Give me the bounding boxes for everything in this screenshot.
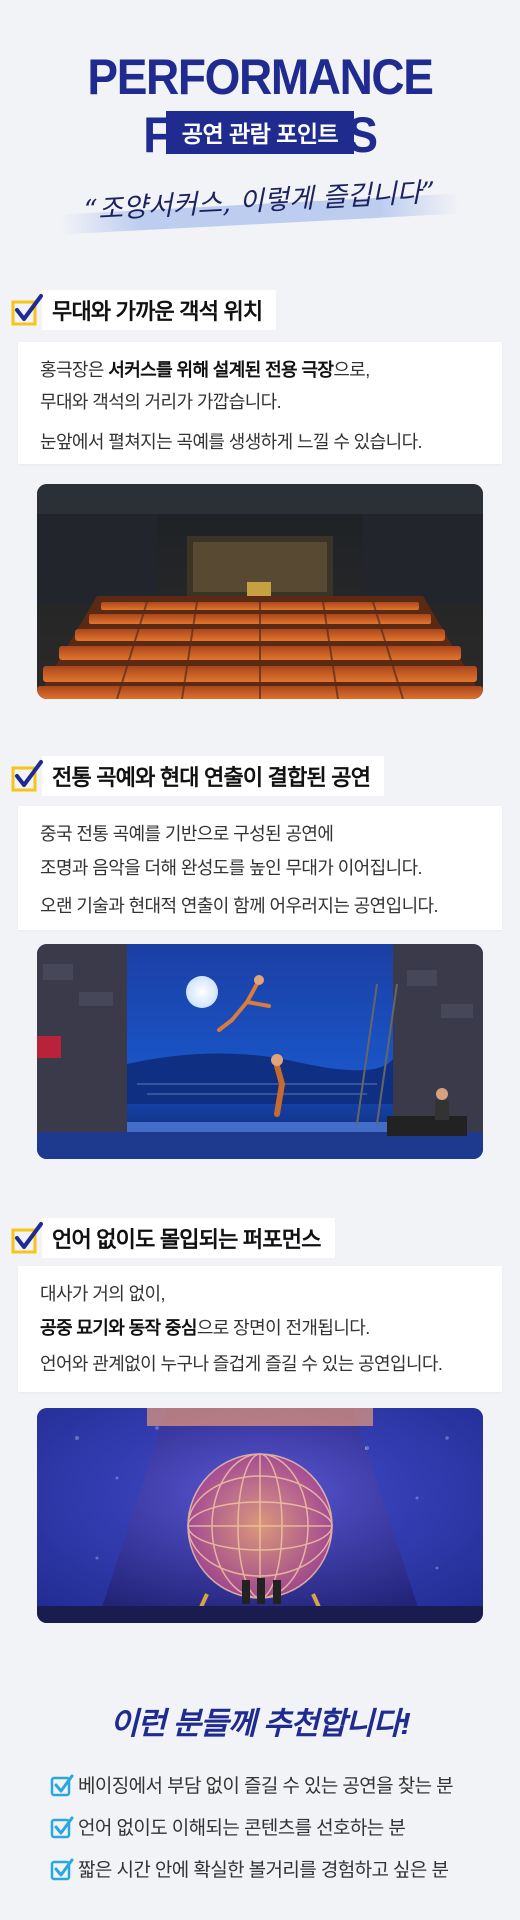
description-line: 대사가 거의 없이, — [40, 1284, 166, 1304]
recommend-text: 베이징에서 부담 없이 즐길 수 있는 공연을 찾는 분 — [78, 1775, 454, 1797]
feature-heading: 전통 곡예와 현대 연출이 결합된 공연 — [10, 754, 385, 798]
acrobat-stage-photo — [37, 944, 483, 1159]
check-icon — [10, 760, 43, 792]
feature-heading: 언어 없이도 몰입되는 퍼포먼스 — [10, 1216, 335, 1260]
description-line: 언어와 관계없이 누구나 즐겁게 즐길 수 있는 공연입니다. — [40, 1354, 443, 1374]
description-card: 홍극장은 서커스를 위해 설계된 전용 극장으로, 무대와 객석의 거리가 가깝… — [18, 342, 502, 464]
description-line: 중국 전통 곡예를 기반으로 구성된 공연에 — [40, 824, 334, 844]
recommend-item: 베이징에서 부담 없이 즐길 수 있는 공연을 찾는 분 — [50, 1770, 454, 1798]
feature-title-bg: 언어 없이도 몰입되는 퍼포먼스 — [42, 1218, 335, 1258]
recommend-item: 짧은 시간 안에 확실한 볼거리를 경험하고 싶은 분 — [50, 1854, 449, 1882]
feature-heading: 무대와 가까운 객석 위치 — [10, 288, 277, 332]
recommend-text: 언어 없이도 이해되는 콘텐츠를 선호하는 분 — [78, 1817, 406, 1839]
feature-title-bg: 무대와 가까운 객석 위치 — [42, 290, 277, 330]
recommend-title: 이런 분들께 추천합니다! — [110, 1706, 411, 1741]
description-line: 공중 묘기와 동작 중심으로 장면이 전개됩니다. — [40, 1318, 370, 1338]
page-subtitle: 공연 관람 포인트 — [165, 111, 355, 154]
check-icon — [10, 1222, 43, 1254]
subtitle-wrap: 공연 관람 포인트 — [0, 111, 520, 154]
checkbox-checked-icon — [50, 1773, 74, 1797]
feature-title-bg: 전통 곡예와 현대 연출이 결합된 공연 — [42, 756, 385, 796]
checkbox-checked-icon — [50, 1815, 74, 1839]
feature-title: 무대와 가까운 객석 위치 — [52, 299, 263, 324]
globe-of-death-photo — [37, 1408, 483, 1623]
description-card: 중국 전통 곡예를 기반으로 구성된 공연에 조명과 음악을 더해 완성도를 높… — [18, 806, 502, 930]
recommend-item: 언어 없이도 이해되는 콘텐츠를 선호하는 분 — [50, 1812, 406, 1840]
feature-title: 언어 없이도 몰입되는 퍼포먼스 — [52, 1227, 321, 1252]
description-line: 오랜 기술과 현대적 연출이 함께 어우러지는 공연입니다. — [40, 896, 438, 916]
feature-title: 전통 곡예와 현대 연출이 결합된 공연 — [52, 765, 371, 790]
theater-photo — [37, 484, 483, 699]
description-card: 대사가 거의 없이, 공중 묘기와 동작 중심으로 장면이 전개됩니다. 언어와… — [18, 1266, 502, 1392]
description-line: 눈앞에서 펼쳐지는 곡예를 생생하게 느낄 수 있습니다. — [40, 432, 423, 452]
recommend-text: 짧은 시간 안에 확실한 볼거리를 경험하고 싶은 분 — [78, 1859, 449, 1881]
description-line: 조명과 음악을 더해 완성도를 높인 무대가 이어집니다. — [40, 858, 423, 878]
slogan-wrap: “조양서커스, 이렇게 즐깁니다” — [0, 175, 520, 228]
checkbox-checked-icon — [50, 1857, 74, 1881]
slogan-text: “조양서커스, 이렇게 즐깁니다” — [53, 164, 467, 238]
features-page: PERFORMANCE FEATURES 공연 관람 포인트 “조양서커스, 이… — [0, 0, 520, 1920]
description-line: 홍극장은 서커스를 위해 설계된 전용 극장으로, — [40, 360, 370, 380]
emphasis-text: 공중 묘기와 동작 중심 — [40, 1318, 197, 1338]
emphasis-text: 서커스를 위해 설계된 전용 극장 — [108, 360, 334, 380]
check-icon — [10, 294, 43, 326]
description-line: 무대와 객석의 거리가 가깝습니다. — [40, 392, 282, 412]
